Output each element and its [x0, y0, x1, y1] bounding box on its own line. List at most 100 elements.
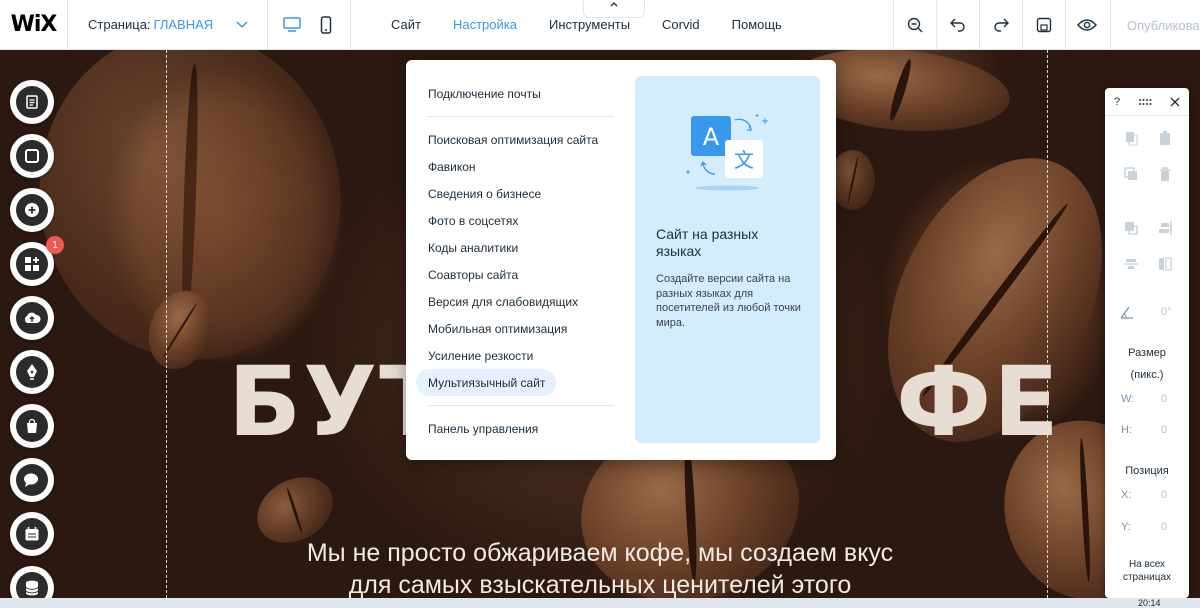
- rotate-angle-icon[interactable]: [1119, 304, 1135, 320]
- y-label: Y:: [1121, 521, 1131, 533]
- hero-subtitle-line-2: для самых взыскательных ценителей этого: [348, 571, 852, 598]
- size-unit-label: (пикс.): [1130, 369, 1164, 381]
- taskbar-clock: 20:14: [1138, 598, 1161, 608]
- database-icon: [25, 580, 39, 596]
- pages-button[interactable]: [10, 80, 54, 124]
- hero-subtitle[interactable]: Мы не просто обжариваем кофе, мы создаем…: [200, 537, 1000, 598]
- hero-subtitle-line-1: Мы не просто обжариваем кофе, мы создаем…: [306, 539, 894, 567]
- inspector-header: ?: [1105, 88, 1189, 116]
- arrange-icon[interactable]: [1123, 220, 1139, 236]
- hero-headline-right: ФЕ: [896, 346, 1061, 458]
- device-switcher: [268, 0, 351, 50]
- mobile-icon[interactable]: [316, 15, 336, 35]
- help-icon[interactable]: ?: [1114, 96, 1120, 108]
- wix-logo[interactable]: WiX: [0, 0, 68, 50]
- align-center-icon[interactable]: [1123, 256, 1139, 272]
- height-label: H:: [1121, 424, 1132, 436]
- apps-icon: [25, 257, 39, 271]
- chat-button[interactable]: [10, 458, 54, 502]
- chevron-down-icon: [236, 20, 248, 28]
- calendar-icon: [25, 527, 39, 541]
- delete-icon[interactable]: [1157, 166, 1173, 182]
- apps-button[interactable]: 1: [10, 236, 64, 286]
- gridline-right: [1047, 50, 1048, 598]
- pen-nib-icon: [27, 364, 37, 380]
- main-menu: Сайт Настройка Инструменты Corvid Помощь: [351, 0, 798, 50]
- align-right-icon[interactable]: [1157, 220, 1173, 236]
- page-selector-prefix: Страница:: [88, 17, 151, 32]
- chevron-up-icon: [610, 2, 618, 7]
- paste-icon[interactable]: [1157, 130, 1173, 146]
- page-selector[interactable]: Страница: ГЛАВНАЯ: [68, 0, 268, 50]
- translate-glyph-b: 文: [734, 148, 754, 172]
- blog-button[interactable]: [10, 350, 54, 394]
- preview-icon[interactable]: [1065, 0, 1108, 50]
- all-pages-label[interactable]: На всех: [1105, 559, 1189, 570]
- drag-handle-icon[interactable]: [1138, 98, 1152, 106]
- menu-help[interactable]: Помощь: [716, 17, 798, 32]
- menu-corvid[interactable]: Corvid: [646, 17, 716, 32]
- inspector-panel: ? 0° Размер (пикс.) W: 0 H: 0 Позиция X:…: [1105, 88, 1189, 598]
- distribute-icon[interactable]: [1157, 256, 1173, 272]
- background-icon: [25, 149, 39, 163]
- y-input[interactable]: 0: [1161, 521, 1167, 533]
- settings-dropdown: Подключение почты Поисковая оптимизация …: [406, 60, 836, 460]
- close-icon[interactable]: [1170, 97, 1180, 107]
- save-icon[interactable]: [1022, 0, 1065, 50]
- os-taskbar: 20:14: [0, 598, 1200, 608]
- editor-tools: [893, 0, 1108, 50]
- translate-icon: A 文: [686, 114, 768, 191]
- menu-item-sharpening[interactable]: Усиление резкости: [416, 342, 616, 369]
- menu-item-seo[interactable]: Поисковая оптимизация сайта: [416, 126, 616, 153]
- card-description: Создайте версии сайта на разных языках д…: [656, 273, 801, 329]
- menu-item-accessibility[interactable]: Версия для слабовидящих: [416, 288, 616, 315]
- card-title: Сайт на разных языках: [656, 226, 759, 259]
- background-button[interactable]: [10, 134, 54, 178]
- zoom-icon[interactable]: [893, 0, 936, 50]
- menu-divider: [428, 116, 614, 117]
- upload-button[interactable]: [10, 296, 54, 340]
- undo-icon[interactable]: [936, 0, 979, 50]
- size-label: Размер: [1128, 347, 1166, 359]
- desktop-icon[interactable]: [282, 15, 302, 35]
- menu-item-analytics[interactable]: Коды аналитики: [416, 234, 616, 261]
- all-pages-label-2[interactable]: страницах: [1105, 572, 1189, 583]
- redo-icon[interactable]: [979, 0, 1022, 50]
- menu-item-mail[interactable]: Подключение почты: [416, 80, 616, 107]
- shopping-bag-icon: [27, 418, 37, 433]
- add-icon: [25, 203, 39, 217]
- settings-menu-list: Подключение почты Поисковая оптимизация …: [416, 80, 616, 442]
- multilingual-info-card: A 文 Сайт на разных языках Создайте верси…: [635, 76, 820, 443]
- add-button[interactable]: [10, 188, 54, 232]
- apps-badge: 1: [46, 236, 64, 254]
- menu-divider: [428, 405, 614, 406]
- copy-icon[interactable]: [1123, 130, 1139, 146]
- menu-item-collaborators[interactable]: Соавторы сайта: [416, 261, 616, 288]
- menu-item-dashboard[interactable]: Панель управления: [416, 415, 616, 442]
- upload-icon: [24, 312, 41, 323]
- gridline-left: [166, 50, 167, 598]
- width-label: W:: [1121, 393, 1135, 405]
- rotation-value[interactable]: 0°: [1161, 306, 1172, 318]
- left-toolbar: 1: [10, 80, 64, 608]
- position-label: Позиция: [1125, 465, 1169, 477]
- menu-item-favicon[interactable]: Фавикон: [416, 153, 616, 180]
- duplicate-icon[interactable]: [1123, 166, 1139, 182]
- collapse-topbar-tab[interactable]: [583, 0, 645, 18]
- menu-item-mobile-optimization[interactable]: Мобильная оптимизация: [416, 315, 616, 342]
- x-label: X:: [1121, 489, 1132, 501]
- menu-site[interactable]: Сайт: [375, 17, 437, 32]
- width-input[interactable]: 0: [1161, 393, 1167, 405]
- menu-item-business-info[interactable]: Сведения о бизнесе: [416, 180, 616, 207]
- publish-button[interactable]: Опубликовать: [1110, 0, 1200, 50]
- bookings-button[interactable]: [10, 512, 54, 556]
- menu-settings[interactable]: Настройка: [437, 17, 533, 32]
- menu-tools[interactable]: Инструменты: [533, 17, 646, 32]
- menu-item-multilingual[interactable]: Мультиязычный сайт: [416, 369, 556, 396]
- height-input[interactable]: 0: [1161, 424, 1167, 436]
- page-selector-name: ГЛАВНАЯ: [153, 17, 214, 32]
- x-input[interactable]: 0: [1161, 489, 1167, 501]
- chat-icon: [24, 473, 38, 487]
- store-button[interactable]: [10, 404, 54, 448]
- menu-item-social-photos[interactable]: Фото в соцсетях: [416, 207, 616, 234]
